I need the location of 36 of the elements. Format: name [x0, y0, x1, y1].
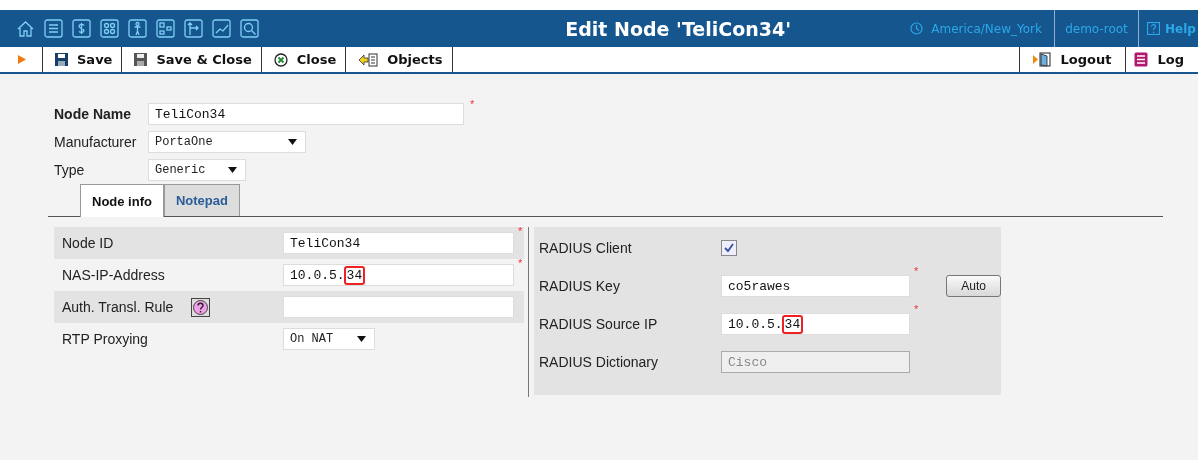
toolbar-button[interactable]: Log	[1125, 47, 1198, 72]
field-label: Node Name	[54, 106, 133, 122]
tab[interactable]: Node info	[80, 184, 164, 217]
highlight-mark: 34	[343, 265, 366, 285]
field-label: RADIUS Source IP	[539, 316, 659, 332]
toolbar-button[interactable]: Close	[261, 47, 347, 72]
required-mark: *	[518, 257, 523, 269]
required-mark: *	[914, 303, 919, 315]
text-field[interactable]: 10.0.5.34	[721, 313, 910, 335]
highlight-mark: 34	[781, 314, 804, 334]
field-label: Auth. Transl. Rule	[62, 299, 174, 315]
text-field[interactable]: 10.0.5.34	[283, 264, 514, 286]
field-label: NAS-IP-Address	[62, 267, 165, 283]
text-field[interactable]: TeliCon34	[148, 103, 464, 125]
tab[interactable]: Notepad	[163, 184, 240, 216]
auto-button[interactable]: Auto	[946, 275, 1001, 297]
toolbar-button[interactable]: Save	[43, 47, 123, 72]
field-label: RTP Proxying	[62, 331, 148, 347]
required-mark: *	[914, 265, 919, 277]
toolbar-button[interactable]: Objects	[346, 47, 453, 72]
text-field[interactable]: TeliCon34	[283, 232, 514, 254]
field-label: Manufacturer	[54, 134, 138, 150]
field-label: Node ID	[62, 235, 114, 251]
field-label: Type	[54, 162, 86, 178]
field-label: RADIUS Dictionary	[539, 354, 660, 370]
dropdown[interactable]: Generic	[148, 159, 246, 181]
required-mark: *	[518, 225, 523, 237]
required-mark: *	[470, 98, 475, 110]
toolbar-button[interactable]: Save & Close	[122, 47, 262, 72]
dropdown[interactable]: On NAT	[283, 328, 375, 350]
window-title: Edit Node 'TeliCon34'	[564, 17, 793, 40]
field-label: RADIUS Key	[539, 278, 621, 294]
dropdown[interactable]: PortaOne	[148, 131, 306, 153]
text-field[interactable]: co5rawes	[721, 275, 910, 297]
toolbar-button[interactable]: Logout	[1018, 47, 1126, 72]
field-label: RADIUS Client	[539, 240, 633, 256]
